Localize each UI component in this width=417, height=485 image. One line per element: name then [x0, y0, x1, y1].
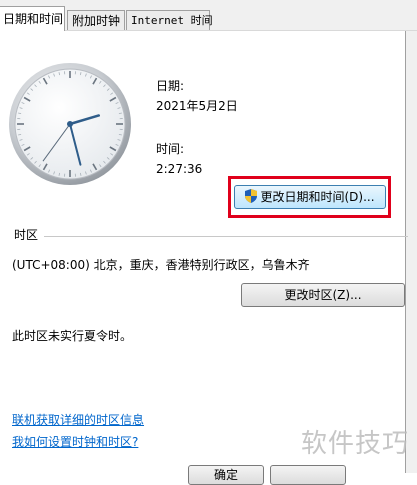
change-datetime-button[interactable]: 更改日期和时间(D)...	[234, 185, 386, 209]
ok-button[interactable]: 确定	[188, 465, 264, 485]
how-to-set-clock-link[interactable]: 我如何设置时钟和时区?	[12, 433, 138, 450]
tab-additional-clocks[interactable]: 附加时钟	[67, 10, 125, 30]
online-timezone-info-link[interactable]: 联机获取详细的时区信息	[12, 411, 144, 428]
watermark: 软件技巧	[301, 423, 409, 460]
change-timezone-button[interactable]: 更改时区(Z)...	[241, 283, 405, 307]
tab-date-time[interactable]: 日期和时间	[0, 6, 65, 31]
analog-clock	[8, 62, 132, 186]
timezone-group-title: 时区	[14, 226, 42, 243]
current-timezone: (UTC+08:00) 北京，重庆，香港特别行政区，乌鲁木齐	[12, 256, 310, 273]
timezone-group-divider	[44, 236, 408, 237]
dst-note: 此时区未实行夏令时。	[12, 327, 132, 344]
date-label: 日期:	[156, 77, 184, 94]
time-value: 2:27:36	[156, 162, 202, 176]
uac-shield-icon	[245, 189, 257, 203]
clock-center	[67, 121, 73, 127]
cancel-button[interactable]	[270, 465, 346, 485]
window-edge	[406, 30, 417, 473]
change-datetime-label: 更改日期和时间(D)...	[260, 190, 374, 204]
tab-internet-time[interactable]: Internet 时间	[126, 10, 210, 30]
date-value: 2021年5月2日	[156, 97, 238, 114]
time-label: 时间:	[156, 140, 184, 157]
